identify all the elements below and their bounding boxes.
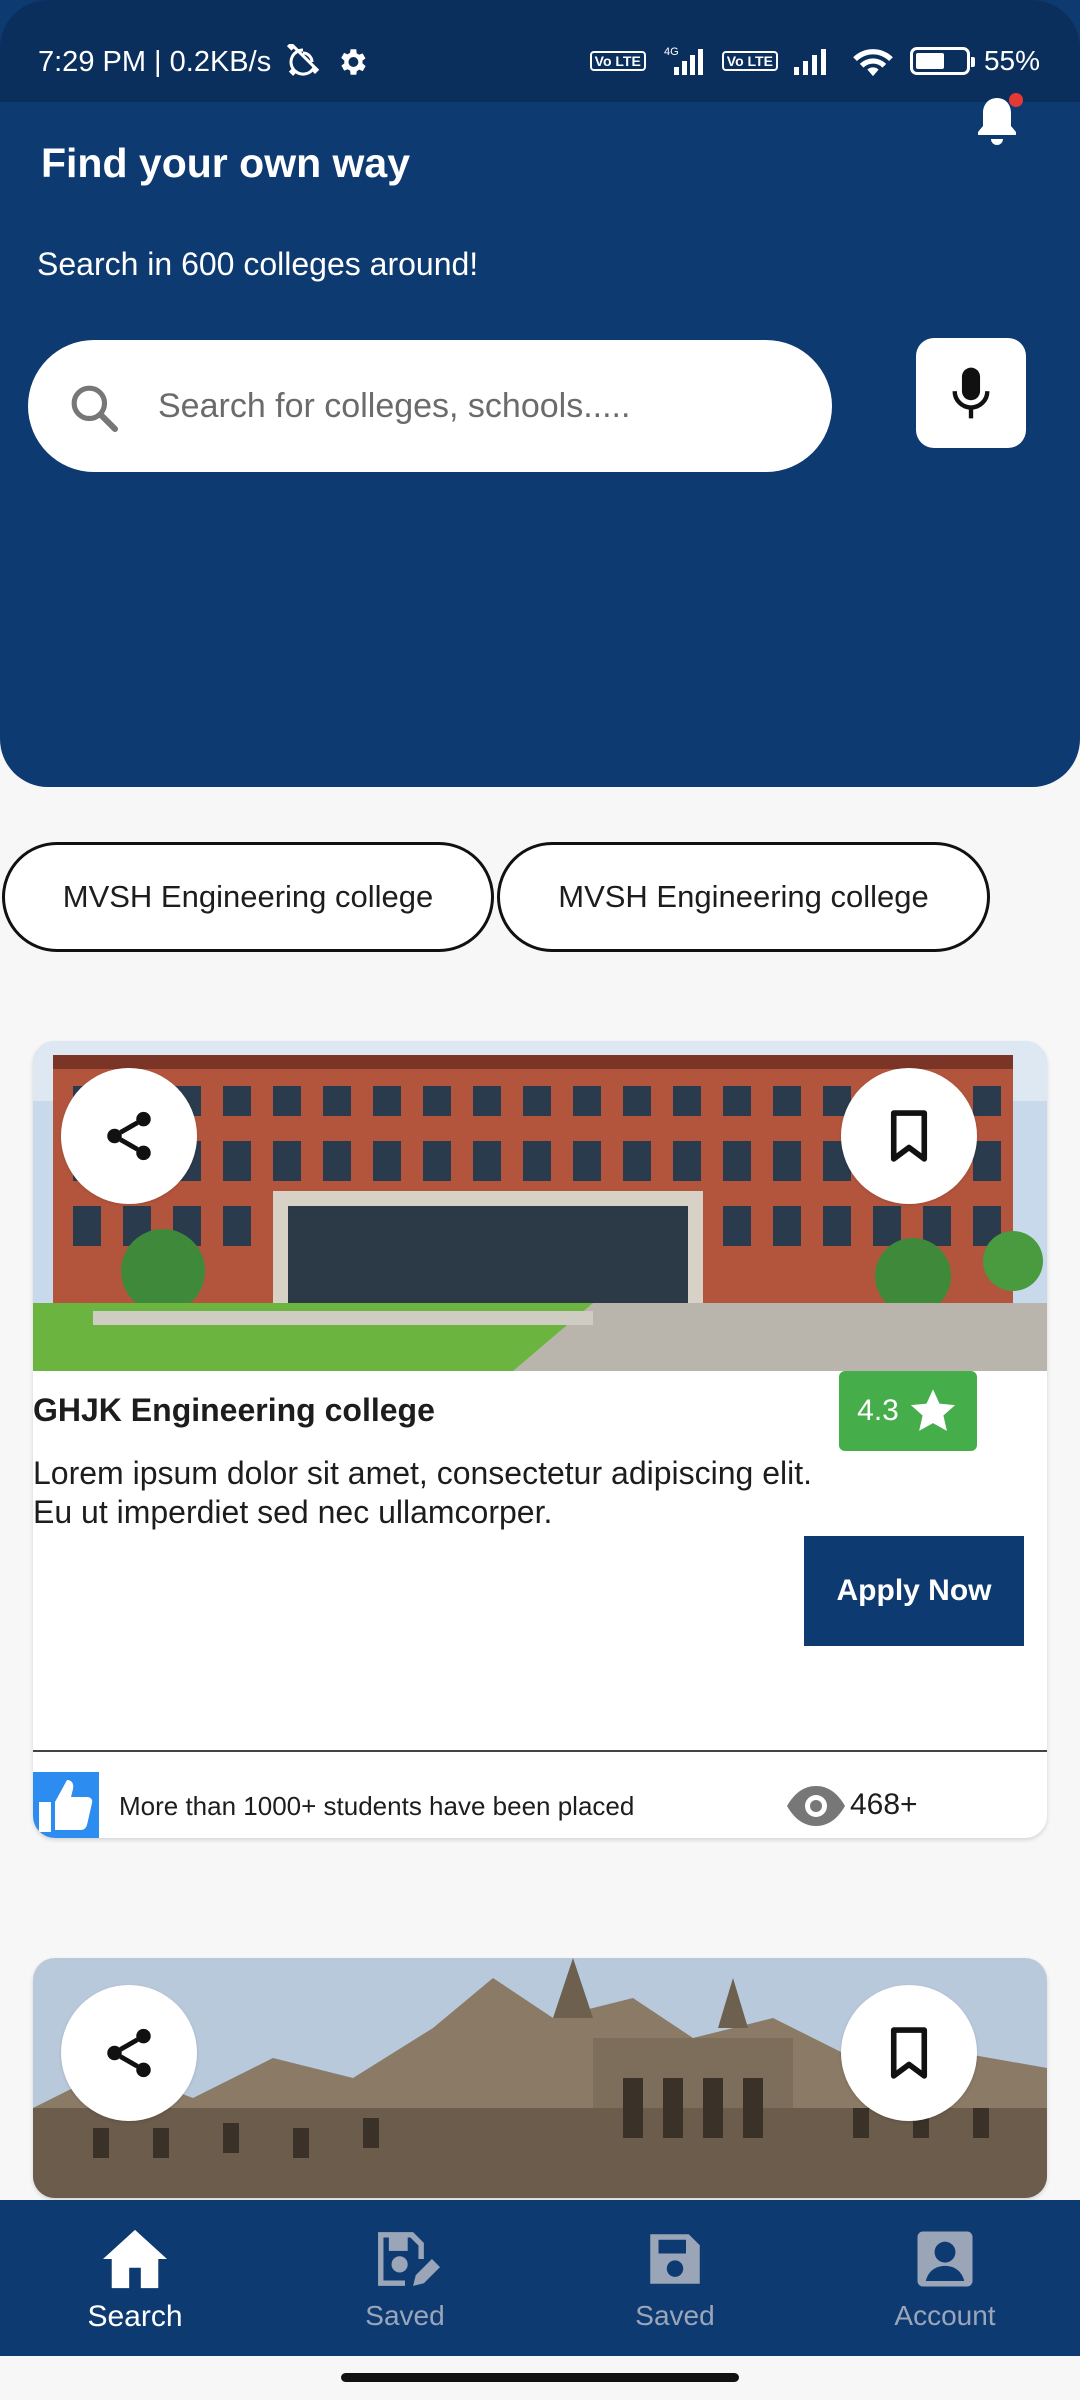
header-panel: 7:29 PM | 0.2KB/s Vo LTE 4G Vo LTE 55% F… bbox=[0, 0, 1080, 787]
nav-label: Account bbox=[894, 2300, 996, 2331]
apply-now-button[interactable]: Apply Now bbox=[804, 1536, 1024, 1646]
placement-text: More than 1000+ students have been place… bbox=[119, 1791, 635, 1821]
nav-label: Saved bbox=[365, 2300, 445, 2331]
nav-saved[interactable]: Saved bbox=[540, 2200, 810, 2356]
eye-icon bbox=[787, 1786, 845, 1826]
page-title: Find your own way bbox=[41, 140, 411, 186]
status-right: Vo LTE 4G Vo LTE 55% bbox=[589, 44, 1040, 78]
search-bar[interactable] bbox=[28, 340, 832, 472]
page-subtitle: Search in 600 colleges around! bbox=[37, 246, 479, 282]
home-icon bbox=[103, 2229, 167, 2289]
share-icon bbox=[107, 1111, 151, 1161]
status-time-speed: 7:29 PM | 0.2KB/s bbox=[38, 45, 272, 78]
nav-label: Search bbox=[87, 2300, 183, 2333]
filter-chip[interactable]: MVSH Engineering college bbox=[2, 842, 494, 952]
nav-account[interactable]: Account bbox=[810, 2200, 1080, 2356]
microphone-icon bbox=[952, 367, 990, 419]
bottom-navigation: Search Saved Saved Account bbox=[0, 2200, 1080, 2356]
battery-percent: 55% bbox=[983, 45, 1040, 76]
settings-gear-icon bbox=[341, 49, 366, 75]
college-card[interactable] bbox=[33, 1958, 1047, 2198]
rating-badge: 4.3 bbox=[839, 1371, 977, 1451]
wifi-icon bbox=[853, 49, 893, 77]
college-name: GHJK Engineering college bbox=[33, 1392, 435, 1428]
signal-icon bbox=[793, 49, 826, 75]
volte-badge-1: Vo LTE bbox=[589, 51, 646, 71]
bookmark-button[interactable] bbox=[841, 1068, 977, 1204]
battery-icon bbox=[909, 47, 975, 75]
saved-edit-icon bbox=[378, 2232, 440, 2286]
bookmark-icon bbox=[890, 1110, 928, 1162]
voice-search-button[interactable] bbox=[916, 338, 1026, 448]
rating-value: 4.3 bbox=[857, 1394, 899, 1427]
nav-saved-edit[interactable]: Saved bbox=[270, 2200, 540, 2356]
card-divider bbox=[33, 1750, 1047, 1752]
status-bar: 7:29 PM | 0.2KB/s Vo LTE 4G Vo LTE 55% bbox=[0, 0, 1080, 102]
svg-text:4G: 4G bbox=[664, 46, 679, 58]
views-count: 468+ bbox=[850, 1788, 918, 1821]
share-icon bbox=[107, 2028, 151, 2078]
save-disk-icon bbox=[650, 2234, 700, 2284]
search-input[interactable] bbox=[158, 368, 798, 444]
college-card[interactable]: GHJK Engineering college 4.3 Lorem ipsum… bbox=[33, 1041, 1047, 1838]
nav-search[interactable]: Search bbox=[0, 2200, 270, 2356]
signal-4g-icon: 4G bbox=[664, 46, 703, 75]
college-description: Lorem ipsum dolor sit amet, consectetur … bbox=[33, 1455, 813, 1530]
star-icon bbox=[910, 1389, 955, 1431]
nav-label: Saved bbox=[635, 2300, 715, 2331]
volte-badge-2: Vo LTE bbox=[721, 51, 778, 71]
alarm-off-icon bbox=[287, 44, 320, 76]
status-left: 7:29 PM | 0.2KB/s bbox=[38, 44, 369, 80]
account-icon bbox=[917, 2231, 973, 2287]
share-button[interactable] bbox=[61, 1985, 197, 2121]
notification-bell-icon[interactable] bbox=[970, 92, 1024, 152]
home-indicator[interactable] bbox=[341, 2373, 739, 2382]
search-icon bbox=[71, 385, 119, 433]
filter-chip[interactable]: MVSH Engineering college bbox=[497, 842, 990, 952]
bookmark-icon bbox=[890, 2027, 928, 2079]
bookmark-button[interactable] bbox=[841, 1985, 977, 2121]
share-button[interactable] bbox=[61, 1068, 197, 1204]
thumbs-up-icon bbox=[33, 1772, 99, 1838]
